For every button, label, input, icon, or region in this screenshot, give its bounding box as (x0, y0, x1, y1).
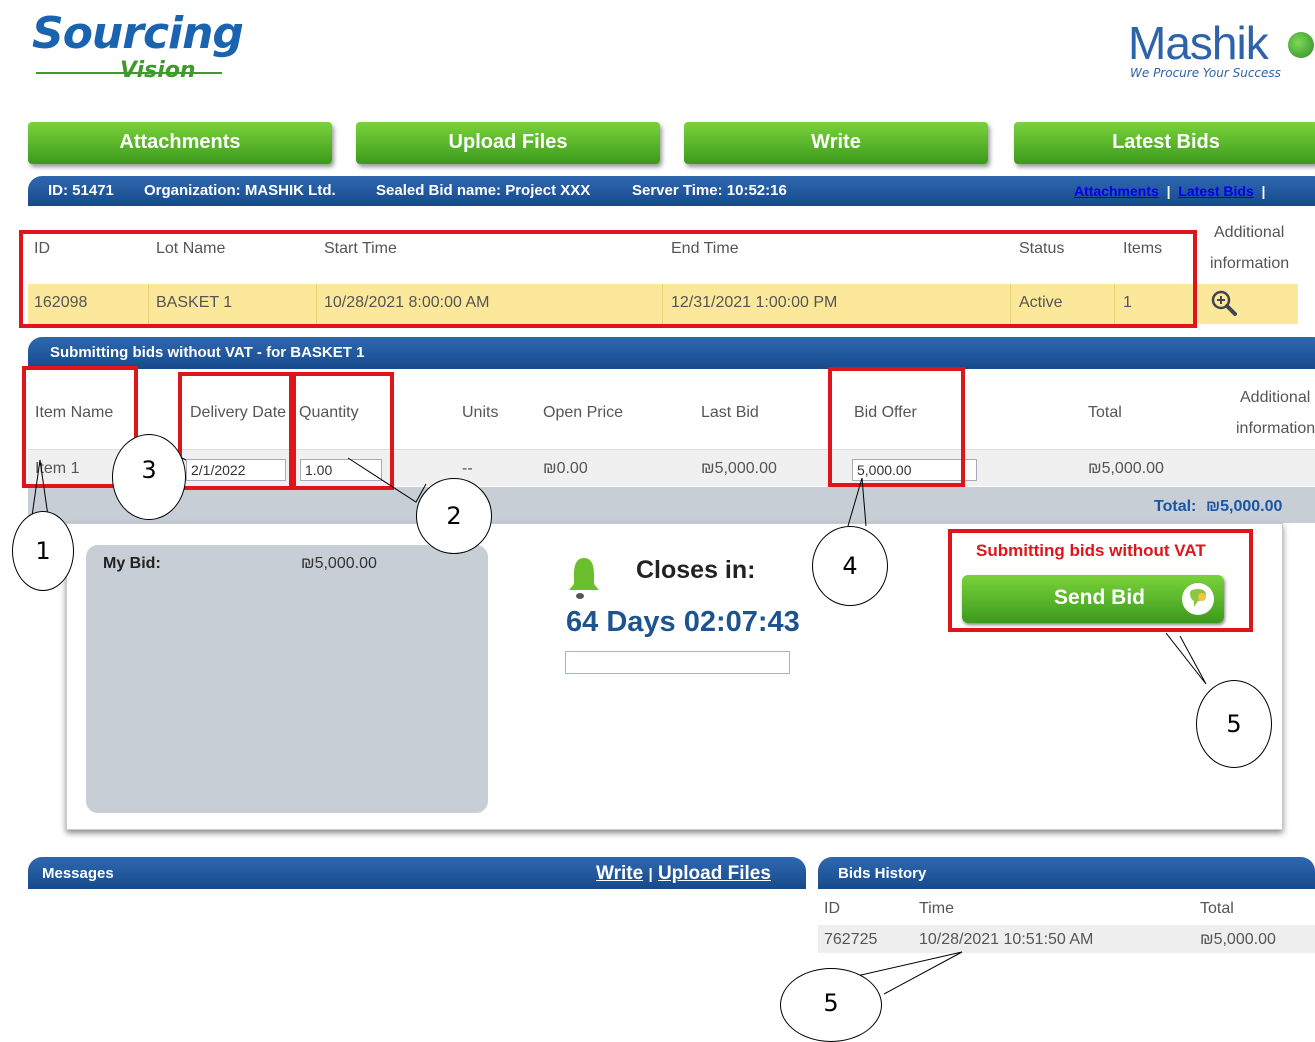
callout-4: 4 (812, 526, 888, 606)
callout-3: 3 (112, 434, 186, 520)
callout-5-history: 5 (780, 968, 882, 1042)
callout-5-send: 5 (1196, 680, 1272, 768)
callout-1: 1 (12, 511, 74, 591)
callout-pointers (31, 446, 1207, 995)
callout-2: 2 (416, 478, 492, 554)
